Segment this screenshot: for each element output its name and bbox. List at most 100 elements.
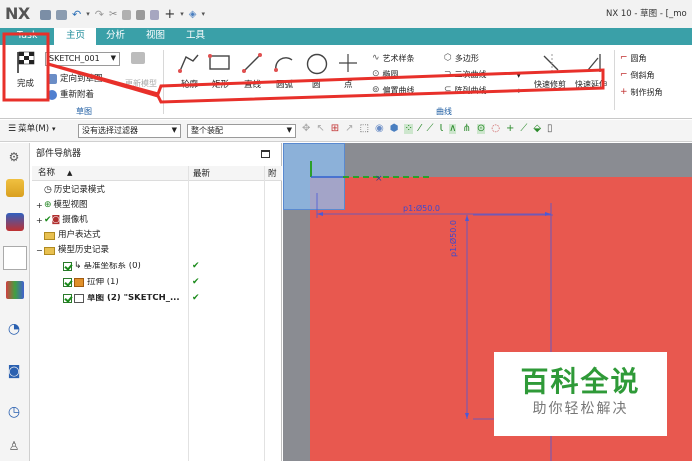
arc-center-icon[interactable]: ⋔ xyxy=(462,124,470,134)
tree-row-extrude[interactable]: 拉伸 (1) ✔ xyxy=(36,275,280,290)
column-name-header[interactable]: 名称 ▲ xyxy=(38,169,72,178)
more-icon[interactable]: ▯ xyxy=(547,124,553,134)
chevron-down-icon: ▾ xyxy=(52,125,56,133)
column-name-label: 名称 xyxy=(38,168,56,178)
column-extra-header[interactable]: 附 xyxy=(268,170,277,179)
center-icon[interactable]: ⊙ xyxy=(476,124,486,134)
dropdown-arrow-icon[interactable]: ▾ xyxy=(201,11,205,18)
folder-open-icon xyxy=(44,246,55,255)
selection-tools: ✥ ↖ ⊞ ↗ ⬚ ◉ ⬢ ⁘ ⁄ ⟋ Ɩ ∧ ⋔ ⊙ ◌ + ⟋ ⬙ ▯ xyxy=(302,124,553,134)
folder-icon xyxy=(44,231,55,240)
tree-row-label: 用户表达式 xyxy=(58,230,101,241)
control-point-icon[interactable]: Ɩ xyxy=(440,124,444,134)
watermark: 百科全说 助你轻松解决 xyxy=(494,352,667,436)
chevron-down-icon: ▼ xyxy=(286,126,292,134)
window-title: NX 10 - 草图 - [_mo xyxy=(606,9,687,19)
save-icon[interactable] xyxy=(40,9,51,20)
menu-icon: ☰ xyxy=(8,124,17,134)
tree-row-history-mode[interactable]: ◷ 历史记录模式 xyxy=(36,183,280,198)
web-browser-icon[interactable]: ◙ xyxy=(2,361,26,383)
vertical-dimension-label[interactable]: p1:Ø50.0 xyxy=(449,220,458,257)
window-icon[interactable]: ◈ xyxy=(189,9,197,20)
tree-row-user-expressions[interactable]: 用户表达式 xyxy=(36,228,280,243)
tree-row-cameras[interactable]: + ✔ ◙ 摄像机 xyxy=(36,213,280,228)
dropdown-arrow-icon[interactable]: ▾ xyxy=(86,11,90,18)
checkmark-icon: ✔ xyxy=(44,215,52,225)
endpoint-icon[interactable]: ⁄ xyxy=(419,124,421,134)
model-view-icon: ⊕ xyxy=(44,200,52,210)
hd3d-tools-icon[interactable]: ◔ xyxy=(2,318,26,340)
tree-row-model-views[interactable]: + ⊕ 模型视图 xyxy=(36,198,280,213)
datum-csys-icon: ↳ xyxy=(74,261,82,271)
watermark-title: 百科全说 xyxy=(520,365,641,398)
tree-row-label: 摄像机 xyxy=(62,215,88,226)
snap-icon[interactable]: ✥ xyxy=(302,124,310,134)
horizontal-dimension-label[interactable]: p1:Ø50.0 xyxy=(403,205,440,213)
part-navigator-icon[interactable] xyxy=(3,246,27,270)
reuse-library-icon[interactable] xyxy=(6,281,24,299)
plus-icon[interactable]: + xyxy=(164,8,175,21)
arrow-icon[interactable]: ↗ xyxy=(345,124,353,134)
selection-filter-dropdown[interactable]: 没有选择过滤器 ▼ xyxy=(78,124,181,138)
selection-filter-value: 没有选择过滤器 xyxy=(82,126,138,135)
tree-row-label: 模型历史记录 xyxy=(58,245,110,256)
point-on-face-icon[interactable]: ⬙ xyxy=(533,124,541,134)
tree-row-model-history[interactable]: − 模型历史记录 xyxy=(36,243,280,258)
save-all-icon[interactable] xyxy=(56,9,67,20)
box-select-icon[interactable]: ⬚ xyxy=(360,124,369,134)
snap-grid-icon[interactable]: ⁘ xyxy=(404,124,413,134)
collapse-icon[interactable]: − xyxy=(36,246,44,255)
cube-icon[interactable]: ◉ xyxy=(375,124,384,134)
point-on-curve-icon[interactable]: ⟋ xyxy=(520,124,527,134)
roles-icon[interactable]: ♙ xyxy=(2,435,26,457)
tree-row-label: 拉伸 (1) xyxy=(87,278,119,287)
title-bar: NX ↶ ▾ ↷ ✂ + ▾ ◈ ▾ NX 10 - 草图 - [_mo xyxy=(0,0,692,28)
assembly-scope-value: 整个装配 xyxy=(191,126,223,135)
select-icon[interactable]: ↖ xyxy=(316,124,324,134)
maximize-panel-icon[interactable] xyxy=(261,150,270,158)
undo-icon[interactable]: ↶ xyxy=(72,9,81,20)
visibility-checkbox[interactable] xyxy=(63,294,72,303)
latest-status: ✔ xyxy=(192,293,200,303)
visibility-checkbox[interactable] xyxy=(63,278,72,287)
tree-row-sketch[interactable]: 草图 (2) "SKETCH_... ✔ xyxy=(36,291,280,306)
redo-icon[interactable]: ↷ xyxy=(95,9,104,20)
menu-label: 菜单(M) xyxy=(18,124,50,135)
latest-status: ✔ xyxy=(192,261,200,271)
app-logo: NX xyxy=(5,4,30,23)
expand-icon[interactable]: + xyxy=(36,216,44,225)
visibility-checkbox[interactable] xyxy=(63,262,72,271)
midpoint-icon[interactable]: ⟋ xyxy=(427,124,434,134)
tree-row-label: 基准坐标系 (0) xyxy=(83,262,141,271)
component-select-icon[interactable]: ⊞ xyxy=(331,124,339,134)
history-icon[interactable]: ◷ xyxy=(2,401,26,423)
assembly-navigator-icon[interactable] xyxy=(6,179,24,197)
repeat-command-icon[interactable] xyxy=(150,9,160,20)
chevron-down-icon: ▼ xyxy=(171,126,177,134)
constraint-navigator-icon[interactable] xyxy=(6,213,24,231)
tree-row-label: 模型视图 xyxy=(53,200,88,211)
solid-icon[interactable]: ⬢ xyxy=(390,124,399,134)
tree-row-datum-csys[interactable]: ↳ 基准坐标系 (0) ✔ xyxy=(36,259,280,274)
existing-point-icon[interactable]: + xyxy=(506,124,514,134)
latest-status: ✔ xyxy=(192,277,200,287)
annotation-highlight xyxy=(2,32,605,104)
cut-icon[interactable]: ✂ xyxy=(109,9,117,20)
column-latest-header[interactable]: 最新 xyxy=(193,170,210,179)
paste-icon[interactable] xyxy=(136,9,146,20)
dropdown-arrow-icon[interactable]: ▾ xyxy=(180,11,184,18)
expand-icon[interactable]: + xyxy=(36,201,44,210)
copy-icon[interactable] xyxy=(122,9,132,20)
clock-icon: ◷ xyxy=(44,185,52,195)
settings-gear-icon[interactable]: ⚙ xyxy=(2,146,26,168)
tree-row-label: 草图 (2) "SKETCH_... xyxy=(87,294,180,303)
sketch-icon xyxy=(74,294,84,303)
resource-bar: ⚙ ◔ ◙ ◷ ♙ xyxy=(0,143,30,461)
watermark-subtitle: 助你轻松解决 xyxy=(532,401,629,417)
intersection-icon[interactable]: ∧ xyxy=(449,124,457,134)
menu-button[interactable]: ☰ 菜单(M) ▾ xyxy=(8,125,56,134)
quadrant-icon[interactable]: ◌ xyxy=(491,124,500,134)
extrude-icon xyxy=(74,278,84,287)
assembly-scope-dropdown[interactable]: 整个装配 ▼ xyxy=(187,124,296,138)
tree-row-label: 历史记录模式 xyxy=(53,185,105,196)
